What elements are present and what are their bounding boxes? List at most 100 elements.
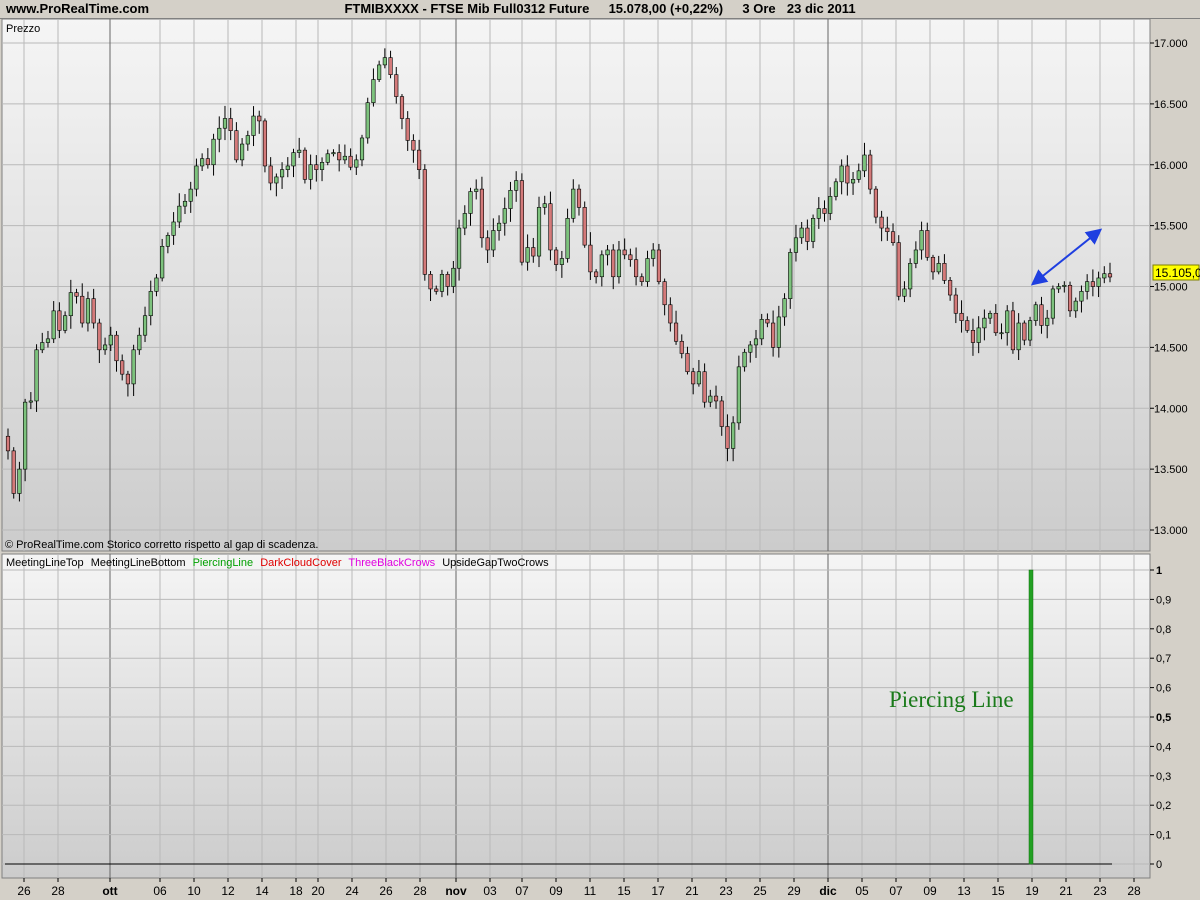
candle-up: [651, 249, 656, 259]
candle-up: [1079, 291, 1084, 302]
indicator-tick-label: 0,3: [1156, 771, 1171, 783]
indicator-tick-label: 0,5: [1156, 712, 1171, 724]
indicator-panel[interactable]: [1, 553, 1151, 879]
candle-up: [1085, 281, 1090, 292]
candle-up: [793, 237, 799, 253]
candle-up: [508, 190, 513, 209]
candle-up: [131, 349, 136, 385]
candle-up: [776, 316, 781, 348]
candle-down: [639, 276, 644, 282]
candle-up: [102, 344, 108, 351]
candle-up: [748, 344, 753, 353]
candle-up: [51, 310, 56, 340]
candle-up: [976, 327, 981, 343]
candle-down: [805, 227, 810, 242]
candle-up: [514, 180, 519, 191]
legend-meeting-line-bottom: MeetingLineBottom: [91, 557, 186, 569]
candle-up: [182, 200, 188, 207]
candle-down: [896, 242, 901, 297]
date-tick-label: 05: [855, 884, 869, 898]
candle-down: [634, 259, 639, 278]
date-tick-label: 07: [515, 884, 529, 898]
candle-up: [1005, 310, 1010, 334]
price-tick-label: 13.500: [1154, 464, 1188, 476]
candle-up: [1073, 300, 1078, 312]
candle-up: [742, 351, 747, 368]
candle-down: [405, 118, 410, 141]
candle-up: [457, 227, 462, 269]
candle-up: [200, 158, 205, 167]
candle-up: [559, 258, 564, 265]
candle-down: [713, 395, 719, 402]
candle-up: [816, 208, 821, 219]
date-tick-label: 21: [685, 884, 699, 898]
indicator-tick-label: 0: [1156, 859, 1162, 871]
candle-up: [325, 153, 330, 163]
chart-canvas[interactable]: 13.000 13.500 14.000 14.500 15.000 15.500 16.0…: [0, 0, 1200, 900]
candle-up: [142, 315, 148, 336]
candle-down: [519, 180, 524, 263]
candle-up: [137, 334, 142, 351]
candle-down: [234, 130, 239, 161]
date-tick-label: 15: [617, 884, 631, 898]
candle-up: [502, 208, 507, 224]
date-axis: 26 28 ott 06 10 12 14 18 20 24 26 28 nov 03 07 09 11 15 17…: [17, 878, 1141, 898]
candle-up: [28, 400, 33, 403]
candle-up: [1050, 288, 1055, 319]
candle-up: [908, 263, 913, 290]
date-tick-label: 28: [1127, 884, 1141, 898]
indicator-tick-label: 0,4: [1156, 741, 1171, 753]
candle-up: [165, 235, 170, 247]
candle-up: [211, 138, 216, 166]
candle-down: [771, 322, 776, 348]
candle-up: [177, 205, 182, 223]
candle-down: [97, 322, 102, 351]
candle-down: [873, 188, 878, 218]
candle-down: [257, 115, 262, 122]
candle-down: [422, 169, 427, 275]
legend-piercing-line: PiercingLine: [193, 557, 254, 569]
candle-up: [40, 342, 45, 351]
date-tick-label: dic: [819, 884, 837, 898]
candle-up: [342, 155, 347, 161]
indicator-y-axis: 1 0,9 0,8 0,7 0,6 0,5 0,4 0,3 0,2 0,1 0: [1150, 565, 1171, 871]
candle-down: [662, 281, 667, 306]
candle-up: [474, 188, 479, 192]
indicator-tick-label: 0,7: [1156, 653, 1171, 665]
price-tick-label: 17.000: [1154, 38, 1188, 50]
price-panel[interactable]: [1, 18, 1151, 552]
candle-up: [1027, 320, 1033, 341]
date-tick-label: 20: [311, 884, 325, 898]
candle-down: [314, 164, 319, 170]
candle-up: [913, 249, 918, 264]
candle-down: [822, 208, 827, 214]
piercing-line-signal-bar: [1028, 569, 1034, 865]
candle-down: [531, 247, 536, 257]
candle-down: [11, 450, 16, 494]
candle-up: [222, 118, 228, 129]
candle-up: [599, 254, 604, 278]
candle-down: [582, 207, 587, 246]
candle-down: [5, 435, 11, 452]
candle-up: [605, 249, 610, 256]
candle-up: [354, 159, 359, 168]
piercing-line-annotation: Piercing Line: [889, 687, 1014, 712]
candle-down: [428, 274, 433, 290]
date-tick-label: 26: [379, 884, 393, 898]
candle-up: [839, 165, 844, 183]
candle-down: [1090, 281, 1095, 287]
candle-up: [571, 188, 576, 219]
candle-up: [377, 64, 382, 80]
candle-up: [291, 152, 296, 167]
candle-down: [965, 320, 970, 331]
candle-down: [679, 340, 684, 354]
date-tick-label: 26: [17, 884, 31, 898]
candle-up: [645, 258, 650, 282]
candle-up: [1016, 322, 1021, 351]
date-tick-label: 18: [289, 884, 303, 898]
candle-down: [970, 330, 976, 343]
candle-down: [399, 96, 405, 119]
candle-up: [308, 164, 313, 180]
candle-down: [953, 294, 958, 314]
candle-up: [285, 165, 290, 170]
